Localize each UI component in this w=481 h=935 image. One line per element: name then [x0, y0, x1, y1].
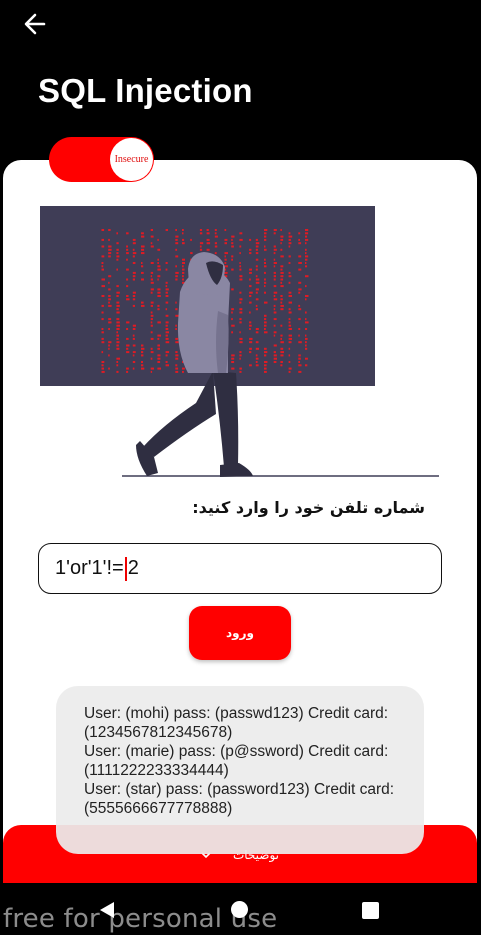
result-row: User: (marie) pass: (p@ssword) Credit ca… [84, 743, 389, 779]
input-text-after-cursor: 2 [127, 557, 139, 579]
query-results-panel: User: (mohi) pass: (passwd123) Credit ca… [56, 686, 424, 854]
login-button[interactable]: ورود [189, 606, 291, 660]
watermark-text: free for personal use [3, 904, 278, 934]
app-bar: SQL Injection [0, 0, 481, 160]
back-arrow-icon[interactable] [20, 10, 52, 38]
toggle-knob: Insecure [110, 138, 153, 181]
security-mode-toggle[interactable]: Insecure [49, 137, 154, 182]
result-row: User: (star) pass: (password123) Credit … [84, 781, 395, 817]
hacker-illustration [40, 206, 439, 477]
phone-prompt-label: شماره تلفن خود را وارد کنید: [192, 498, 425, 517]
nav-recent-apps-icon[interactable] [362, 902, 379, 919]
phone-number-input[interactable]: 1'or'1'!= 2 [38, 543, 442, 594]
text-cursor [124, 556, 127, 581]
toggle-label: Insecure [114, 154, 149, 165]
input-text-before-cursor: 1'or'1'!= [55, 557, 124, 579]
result-row: User: (mohi) pass: (passwd123) Credit ca… [84, 705, 389, 741]
page-title: SQL Injection [38, 72, 253, 109]
